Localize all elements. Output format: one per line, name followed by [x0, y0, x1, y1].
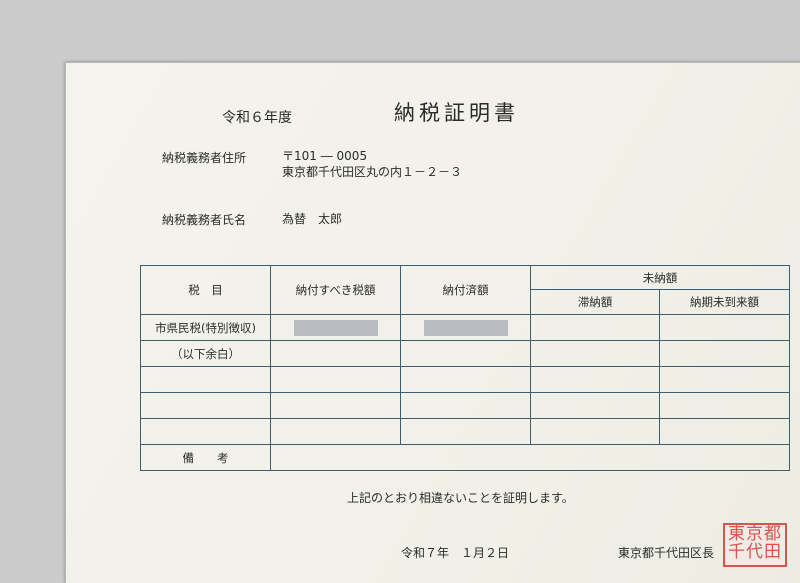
address-value: 東京都千代田区丸の内１－２－３	[282, 165, 463, 179]
row-item	[140, 418, 271, 445]
header-overdue: 滞納額	[530, 289, 660, 315]
postal-code: 〒101 ― 0005	[282, 149, 368, 163]
table-row: 市県民税(特別徴収)	[140, 314, 790, 341]
header-paid: 納付済額	[400, 265, 531, 315]
official-seal-stamp: 東京都 千代田	[723, 523, 787, 567]
issue-date: 令和７年 １月２日	[401, 546, 510, 560]
name-label: 納税義務者氏名	[162, 213, 247, 227]
certification-text: 上記のとおり相違ないことを証明します。	[347, 491, 574, 505]
remarks-row: 備 考	[140, 444, 790, 471]
amount-due-cell	[270, 314, 401, 341]
remarks-value	[270, 444, 790, 471]
row-item	[140, 392, 271, 419]
row-item	[140, 366, 271, 393]
table-row	[140, 418, 790, 445]
issuer-name: 東京都千代田区長	[618, 546, 715, 560]
paid-cell	[400, 314, 531, 341]
redacted-amount	[293, 319, 378, 336]
redacted-amount	[423, 319, 508, 336]
row-item: 市県民税(特別徴収)	[140, 314, 271, 341]
header-item: 税 目	[140, 265, 271, 315]
remarks-label: 備 考	[140, 444, 271, 471]
table-row	[140, 366, 790, 393]
taxpayer-name: 為替 太郎	[282, 212, 343, 226]
tax-table: 税 目 納付すべき税額 納付済額 未納額 滞納額 納期未到来額 市県民税(特別徴…	[140, 265, 790, 471]
table-row: （以下余白）	[140, 340, 790, 367]
header-not-yet-due: 納期未到来額	[659, 289, 790, 315]
certificate-paper: 令和６年度 納税証明書 納税義務者住所 〒101 ― 0005 東京都千代田区丸…	[65, 62, 800, 583]
table-row	[140, 392, 790, 419]
fiscal-year: 令和６年度	[222, 110, 292, 126]
row-item: （以下余白）	[140, 340, 271, 367]
address-label: 納税義務者住所	[162, 151, 247, 165]
header-unpaid: 未納額	[530, 265, 790, 290]
document-title: 納税証明書	[394, 101, 519, 125]
overdue-cell	[530, 314, 660, 341]
not-yet-due-cell	[659, 314, 790, 341]
header-amount-due: 納付すべき税額	[270, 265, 401, 315]
address-block: 〒101 ― 0005 東京都千代田区丸の内１－２－３	[282, 148, 462, 180]
